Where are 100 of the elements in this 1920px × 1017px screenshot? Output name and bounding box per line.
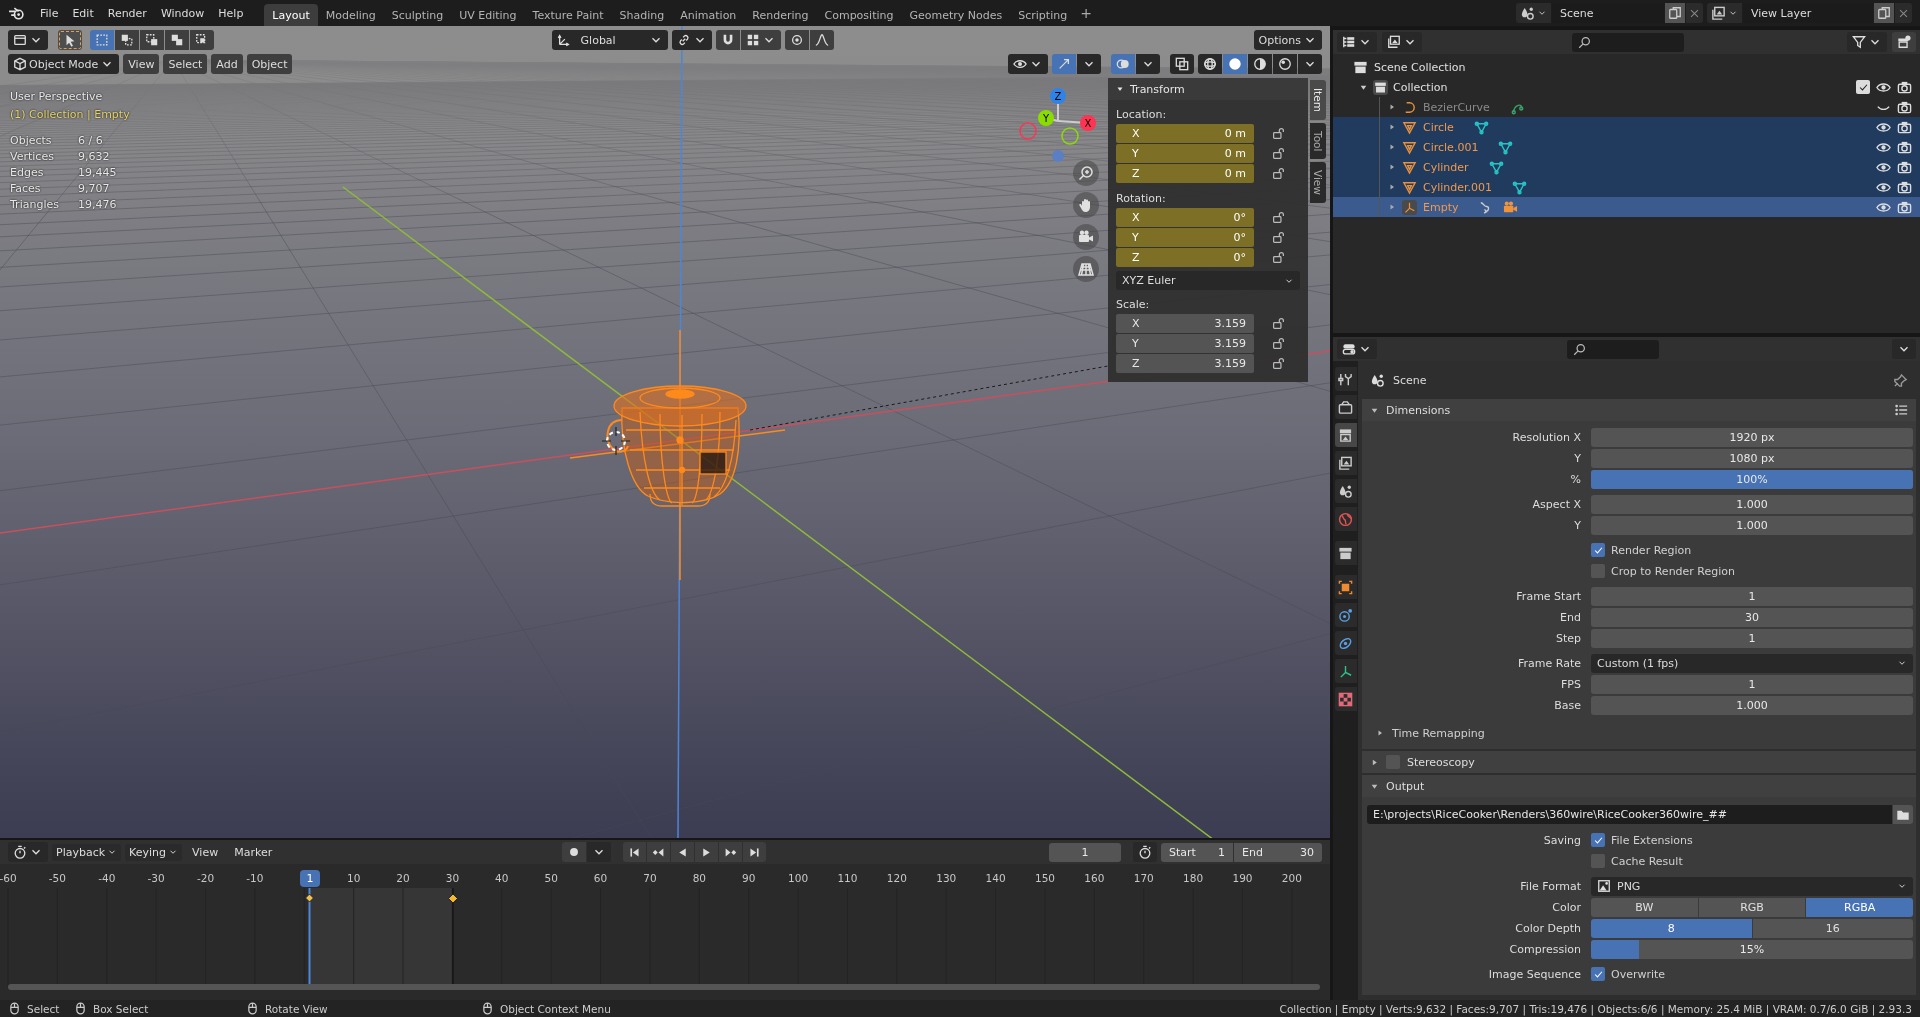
stat-value: 19,445	[78, 166, 118, 179]
workspace-tab[interactable]: Scripting	[1010, 4, 1076, 26]
dropdown[interactable]: PNG	[1591, 876, 1913, 896]
workspace-tab[interactable]: Rendering	[744, 4, 817, 26]
panel-header[interactable]: Stereoscopy	[1362, 751, 1916, 773]
workspace-tab[interactable]: Shading	[611, 4, 673, 26]
frame-number: 20	[396, 872, 410, 884]
workspace-tab[interactable]: Sculpting	[383, 4, 452, 26]
dropdown[interactable]: Custom (1 fps)	[1591, 653, 1913, 673]
stat-label: Edges	[10, 166, 45, 179]
workspace-tab[interactable]: Geometry Nodes	[901, 4, 1011, 26]
sidebar-tab[interactable]: Item	[1310, 80, 1326, 120]
hint-text: Box Select	[93, 1002, 149, 1015]
frame-number: 100	[788, 872, 809, 884]
workspace-tab[interactable]: UV Editing	[451, 4, 525, 26]
field-label: Step	[1554, 631, 1581, 645]
option-button[interactable]: RGB	[1698, 897, 1806, 917]
number-field[interactable]: 30	[1591, 607, 1913, 627]
menu-button[interactable]: Marker	[228, 842, 279, 862]
checkbox-label: Render Region	[1611, 543, 1692, 557]
stat-label: Objects	[10, 134, 53, 147]
hint-text: Select	[27, 1002, 60, 1015]
menu-dropdown[interactable]: Keying	[125, 843, 183, 861]
group-label: Rotation:	[1115, 191, 1167, 207]
workspace-tab[interactable]: Modeling	[317, 4, 384, 26]
menu-item[interactable]: File	[33, 3, 66, 23]
stat-label: Faces	[10, 182, 42, 195]
current-frame-field[interactable]: 1	[1049, 842, 1121, 862]
sidebar-tab[interactable]: Tool	[1310, 122, 1326, 160]
menu-item[interactable]: Window	[153, 3, 212, 23]
frame-number: 130	[936, 872, 957, 884]
panel-header[interactable]: Output	[1362, 775, 1916, 797]
field-label: Color	[1551, 900, 1581, 914]
tree-item[interactable]: Circle	[1423, 120, 1454, 134]
file-path-field[interactable]: E:\projects\RiceCooker\Renders\360wire\RiceCooker360wire_##	[1367, 805, 1892, 824]
menu-dropdown[interactable]: Playback	[52, 843, 122, 861]
field-label: File Format	[1519, 879, 1581, 893]
tree-item[interactable]: BezierCurve	[1423, 100, 1490, 114]
field-label: Image Sequence	[1487, 967, 1581, 981]
number-field[interactable]: 1.000	[1591, 515, 1913, 535]
frame-number: 30	[445, 872, 460, 884]
number-field[interactable]: Z 3.159	[1116, 354, 1254, 373]
menu-item[interactable]: Render	[100, 3, 154, 23]
option-button[interactable]: RGBA	[1806, 897, 1913, 917]
workspace-tab[interactable]: Layout	[264, 4, 318, 26]
subpanel-header[interactable]: Time Remapping	[1362, 723, 1913, 743]
stat-value: 9,707	[78, 182, 111, 195]
number-field[interactable]: Y 3.159	[1116, 334, 1254, 353]
playhead-frame[interactable]: 1	[300, 870, 320, 887]
number-field[interactable]: 1080 px	[1591, 448, 1913, 468]
frame-number: 90	[742, 872, 756, 884]
frame-number: 200	[1281, 872, 1302, 884]
menu-button[interactable]: View	[123, 54, 160, 74]
number-field[interactable]: 1.000	[1591, 494, 1913, 514]
menu-item[interactable]: Help	[211, 3, 251, 23]
tree-item[interactable]: Circle.001	[1423, 140, 1479, 154]
number-field[interactable]: X 3.159	[1116, 314, 1254, 333]
menu-item[interactable]: Edit	[65, 3, 101, 23]
menu-button[interactable]: View	[186, 842, 225, 862]
rotation-mode-dropdown[interactable]: XYZ Euler	[1116, 271, 1300, 290]
number-field[interactable]: X 0°	[1116, 208, 1254, 227]
option-button[interactable]: 8	[1591, 918, 1752, 938]
option-button[interactable]: BW	[1591, 897, 1698, 917]
workspace-tab[interactable]: Texture Paint	[524, 4, 612, 26]
panel-header[interactable]: Dimensions	[1362, 399, 1916, 421]
tree-item[interactable]: Cylinder.001	[1423, 180, 1493, 194]
frame-number: 180	[1183, 872, 1204, 884]
number-field[interactable]: Z 0°	[1116, 248, 1254, 267]
number-field[interactable]: 1	[1591, 628, 1913, 648]
mode-dropdown[interactable]: Object Mode	[8, 54, 120, 74]
options-dropdown[interactable]: Options	[1253, 30, 1322, 50]
number-field[interactable]: 1920 px	[1591, 427, 1913, 447]
number-field[interactable]: Y 0°	[1116, 228, 1254, 247]
orientation-dropdown[interactable]: Global	[551, 30, 668, 50]
stat-value: 9,632	[78, 150, 111, 163]
number-field[interactable]: X 0 m	[1116, 124, 1254, 143]
field-label: FPS	[1560, 677, 1581, 691]
checkbox-label: File Extensions	[1611, 833, 1693, 847]
field-label: Aspect X	[1531, 497, 1581, 511]
start-frame-field[interactable]: Start 1	[1161, 842, 1233, 862]
slider[interactable]: 100%	[1591, 469, 1913, 489]
sidebar-tab[interactable]: View	[1310, 162, 1326, 204]
tree-item[interactable]: Scene Collection	[1374, 60, 1466, 74]
workspace-tab[interactable]: Compositing	[816, 4, 902, 26]
workspace-tab[interactable]: Animation	[672, 4, 745, 26]
tree-item[interactable]: Collection	[1393, 80, 1448, 94]
menu-button[interactable]: Object	[246, 54, 293, 74]
add-workspace-button[interactable]: +	[1077, 5, 1096, 21]
tree-item[interactable]: Cylinder	[1423, 160, 1469, 174]
number-field[interactable]: 1.000	[1591, 695, 1913, 715]
number-field[interactable]: Z 0 m	[1116, 164, 1254, 183]
slider[interactable]: 15%	[1591, 939, 1913, 959]
menu-button[interactable]: Select	[163, 54, 208, 74]
option-button[interactable]: 16	[1752, 918, 1913, 938]
end-frame-field[interactable]: End 30	[1234, 842, 1322, 862]
number-field[interactable]: 1	[1591, 674, 1913, 694]
gizmo-axis-handle[interactable]: X	[1057, 115, 1096, 131]
menu-button[interactable]: Add	[211, 54, 243, 74]
number-field[interactable]: 1	[1591, 586, 1913, 606]
number-field[interactable]: Y 0 m	[1116, 144, 1254, 163]
